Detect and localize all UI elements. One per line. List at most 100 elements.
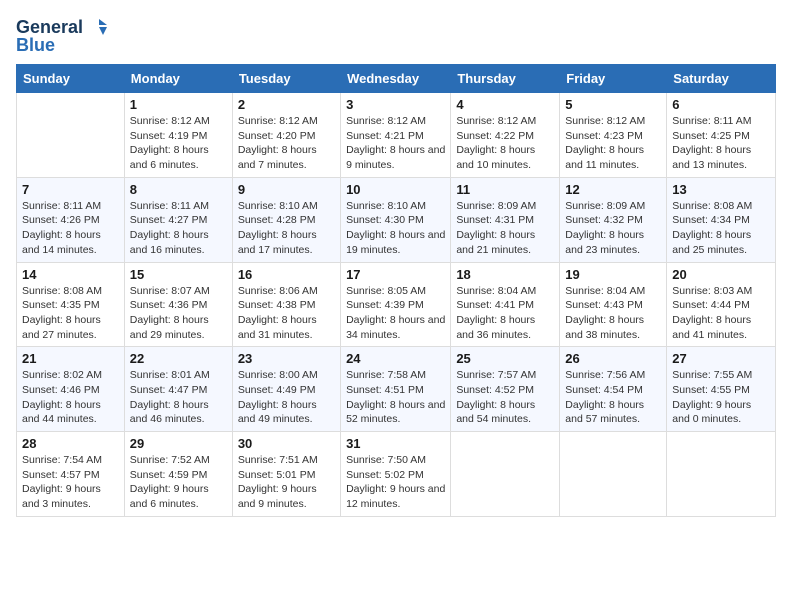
- day-number: 2: [238, 97, 335, 112]
- calendar-cell: 7 Sunrise: 8:11 AM Sunset: 4:26 PM Dayli…: [17, 177, 125, 262]
- sunrise-text: Sunrise: 7:54 AM: [22, 454, 102, 466]
- daylight-text: Daylight: 8 hours and 44 minutes.: [22, 399, 101, 426]
- sunset-text: Sunset: 4:34 PM: [672, 214, 750, 226]
- day-info: Sunrise: 7:57 AM Sunset: 4:52 PM Dayligh…: [456, 368, 554, 427]
- sunrise-text: Sunrise: 8:07 AM: [130, 285, 210, 297]
- weekday-header-saturday: Saturday: [667, 65, 776, 93]
- daylight-text: Daylight: 8 hours and 49 minutes.: [238, 399, 317, 426]
- day-number: 30: [238, 436, 335, 451]
- daylight-text: Daylight: 8 hours and 38 minutes.: [565, 314, 644, 341]
- calendar-cell: 25 Sunrise: 7:57 AM Sunset: 4:52 PM Dayl…: [451, 347, 560, 432]
- daylight-text: Daylight: 8 hours and 7 minutes.: [238, 144, 317, 171]
- calendar-cell: 20 Sunrise: 8:03 AM Sunset: 4:44 PM Dayl…: [667, 262, 776, 347]
- daylight-text: Daylight: 8 hours and 41 minutes.: [672, 314, 751, 341]
- day-number: 3: [346, 97, 445, 112]
- sunrise-text: Sunrise: 7:52 AM: [130, 454, 210, 466]
- day-info: Sunrise: 8:12 AM Sunset: 4:20 PM Dayligh…: [238, 114, 335, 173]
- sunset-text: Sunset: 5:01 PM: [238, 469, 316, 481]
- day-info: Sunrise: 8:03 AM Sunset: 4:44 PM Dayligh…: [672, 284, 770, 343]
- logo-blue: Blue: [16, 36, 55, 54]
- calendar-cell: 15 Sunrise: 8:07 AM Sunset: 4:36 PM Dayl…: [124, 262, 232, 347]
- sunset-text: Sunset: 4:28 PM: [238, 214, 316, 226]
- day-number: 31: [346, 436, 445, 451]
- sunset-text: Sunset: 4:57 PM: [22, 469, 100, 481]
- calendar-table: SundayMondayTuesdayWednesdayThursdayFrid…: [16, 64, 776, 517]
- sunrise-text: Sunrise: 8:08 AM: [22, 285, 102, 297]
- sunrise-text: Sunrise: 8:04 AM: [456, 285, 536, 297]
- daylight-text: Daylight: 8 hours and 6 minutes.: [130, 144, 209, 171]
- day-number: 4: [456, 97, 554, 112]
- sunrise-text: Sunrise: 8:10 AM: [238, 200, 318, 212]
- sunrise-text: Sunrise: 8:03 AM: [672, 285, 752, 297]
- calendar-cell: 23 Sunrise: 8:00 AM Sunset: 4:49 PM Dayl…: [232, 347, 340, 432]
- day-number: 19: [565, 267, 661, 282]
- day-info: Sunrise: 8:06 AM Sunset: 4:38 PM Dayligh…: [238, 284, 335, 343]
- calendar-cell: 29 Sunrise: 7:52 AM Sunset: 4:59 PM Dayl…: [124, 432, 232, 517]
- daylight-text: Daylight: 8 hours and 29 minutes.: [130, 314, 209, 341]
- day-info: Sunrise: 7:55 AM Sunset: 4:55 PM Dayligh…: [672, 368, 770, 427]
- daylight-text: Daylight: 9 hours and 3 minutes.: [22, 483, 101, 510]
- day-info: Sunrise: 7:58 AM Sunset: 4:51 PM Dayligh…: [346, 368, 445, 427]
- day-info: Sunrise: 7:50 AM Sunset: 5:02 PM Dayligh…: [346, 453, 445, 512]
- calendar-cell: 3 Sunrise: 8:12 AM Sunset: 4:21 PM Dayli…: [341, 93, 451, 178]
- day-number: 18: [456, 267, 554, 282]
- calendar-cell: 28 Sunrise: 7:54 AM Sunset: 4:57 PM Dayl…: [17, 432, 125, 517]
- sunset-text: Sunset: 4:27 PM: [130, 214, 208, 226]
- daylight-text: Daylight: 8 hours and 23 minutes.: [565, 229, 644, 256]
- daylight-text: Daylight: 8 hours and 54 minutes.: [456, 399, 535, 426]
- calendar-cell: 11 Sunrise: 8:09 AM Sunset: 4:31 PM Dayl…: [451, 177, 560, 262]
- calendar-cell: 17 Sunrise: 8:05 AM Sunset: 4:39 PM Dayl…: [341, 262, 451, 347]
- logo-bird-icon: [85, 16, 107, 38]
- sunrise-text: Sunrise: 8:12 AM: [456, 115, 536, 127]
- daylight-text: Daylight: 8 hours and 25 minutes.: [672, 229, 751, 256]
- logo: General Blue: [16, 16, 107, 54]
- sunrise-text: Sunrise: 8:01 AM: [130, 369, 210, 381]
- sunrise-text: Sunrise: 7:56 AM: [565, 369, 645, 381]
- day-number: 25: [456, 351, 554, 366]
- sunset-text: Sunset: 4:41 PM: [456, 299, 534, 311]
- sunrise-text: Sunrise: 8:09 AM: [456, 200, 536, 212]
- day-number: 14: [22, 267, 119, 282]
- sunset-text: Sunset: 4:55 PM: [672, 384, 750, 396]
- sunrise-text: Sunrise: 7:51 AM: [238, 454, 318, 466]
- daylight-text: Daylight: 8 hours and 31 minutes.: [238, 314, 317, 341]
- calendar-cell: 30 Sunrise: 7:51 AM Sunset: 5:01 PM Dayl…: [232, 432, 340, 517]
- calendar-cell: 13 Sunrise: 8:08 AM Sunset: 4:34 PM Dayl…: [667, 177, 776, 262]
- weekday-header-wednesday: Wednesday: [341, 65, 451, 93]
- daylight-text: Daylight: 8 hours and 17 minutes.: [238, 229, 317, 256]
- calendar-cell: 26 Sunrise: 7:56 AM Sunset: 4:54 PM Dayl…: [560, 347, 667, 432]
- sunrise-text: Sunrise: 8:12 AM: [346, 115, 426, 127]
- sunset-text: Sunset: 4:52 PM: [456, 384, 534, 396]
- weekday-header-row: SundayMondayTuesdayWednesdayThursdayFrid…: [17, 65, 776, 93]
- day-info: Sunrise: 7:54 AM Sunset: 4:57 PM Dayligh…: [22, 453, 119, 512]
- calendar-cell: [17, 93, 125, 178]
- sunrise-text: Sunrise: 8:09 AM: [565, 200, 645, 212]
- sunset-text: Sunset: 4:49 PM: [238, 384, 316, 396]
- day-info: Sunrise: 8:01 AM Sunset: 4:47 PM Dayligh…: [130, 368, 227, 427]
- daylight-text: Daylight: 8 hours and 16 minutes.: [130, 229, 209, 256]
- day-info: Sunrise: 8:08 AM Sunset: 4:35 PM Dayligh…: [22, 284, 119, 343]
- calendar-cell: 27 Sunrise: 7:55 AM Sunset: 4:55 PM Dayl…: [667, 347, 776, 432]
- sunset-text: Sunset: 4:23 PM: [565, 130, 643, 142]
- calendar-cell: 22 Sunrise: 8:01 AM Sunset: 4:47 PM Dayl…: [124, 347, 232, 432]
- day-number: 7: [22, 182, 119, 197]
- sunset-text: Sunset: 4:59 PM: [130, 469, 208, 481]
- day-info: Sunrise: 8:07 AM Sunset: 4:36 PM Dayligh…: [130, 284, 227, 343]
- day-number: 29: [130, 436, 227, 451]
- logo-general: General: [16, 18, 83, 36]
- sunset-text: Sunset: 5:02 PM: [346, 469, 424, 481]
- daylight-text: Daylight: 8 hours and 57 minutes.: [565, 399, 644, 426]
- daylight-text: Daylight: 8 hours and 46 minutes.: [130, 399, 209, 426]
- day-number: 8: [130, 182, 227, 197]
- day-info: Sunrise: 8:00 AM Sunset: 4:49 PM Dayligh…: [238, 368, 335, 427]
- sunrise-text: Sunrise: 8:00 AM: [238, 369, 318, 381]
- weekday-header-thursday: Thursday: [451, 65, 560, 93]
- sunrise-text: Sunrise: 8:10 AM: [346, 200, 426, 212]
- calendar-cell: 2 Sunrise: 8:12 AM Sunset: 4:20 PM Dayli…: [232, 93, 340, 178]
- weekday-header-friday: Friday: [560, 65, 667, 93]
- day-info: Sunrise: 8:12 AM Sunset: 4:22 PM Dayligh…: [456, 114, 554, 173]
- sunrise-text: Sunrise: 8:12 AM: [238, 115, 318, 127]
- day-info: Sunrise: 8:12 AM Sunset: 4:19 PM Dayligh…: [130, 114, 227, 173]
- day-info: Sunrise: 8:04 AM Sunset: 4:41 PM Dayligh…: [456, 284, 554, 343]
- sunset-text: Sunset: 4:32 PM: [565, 214, 643, 226]
